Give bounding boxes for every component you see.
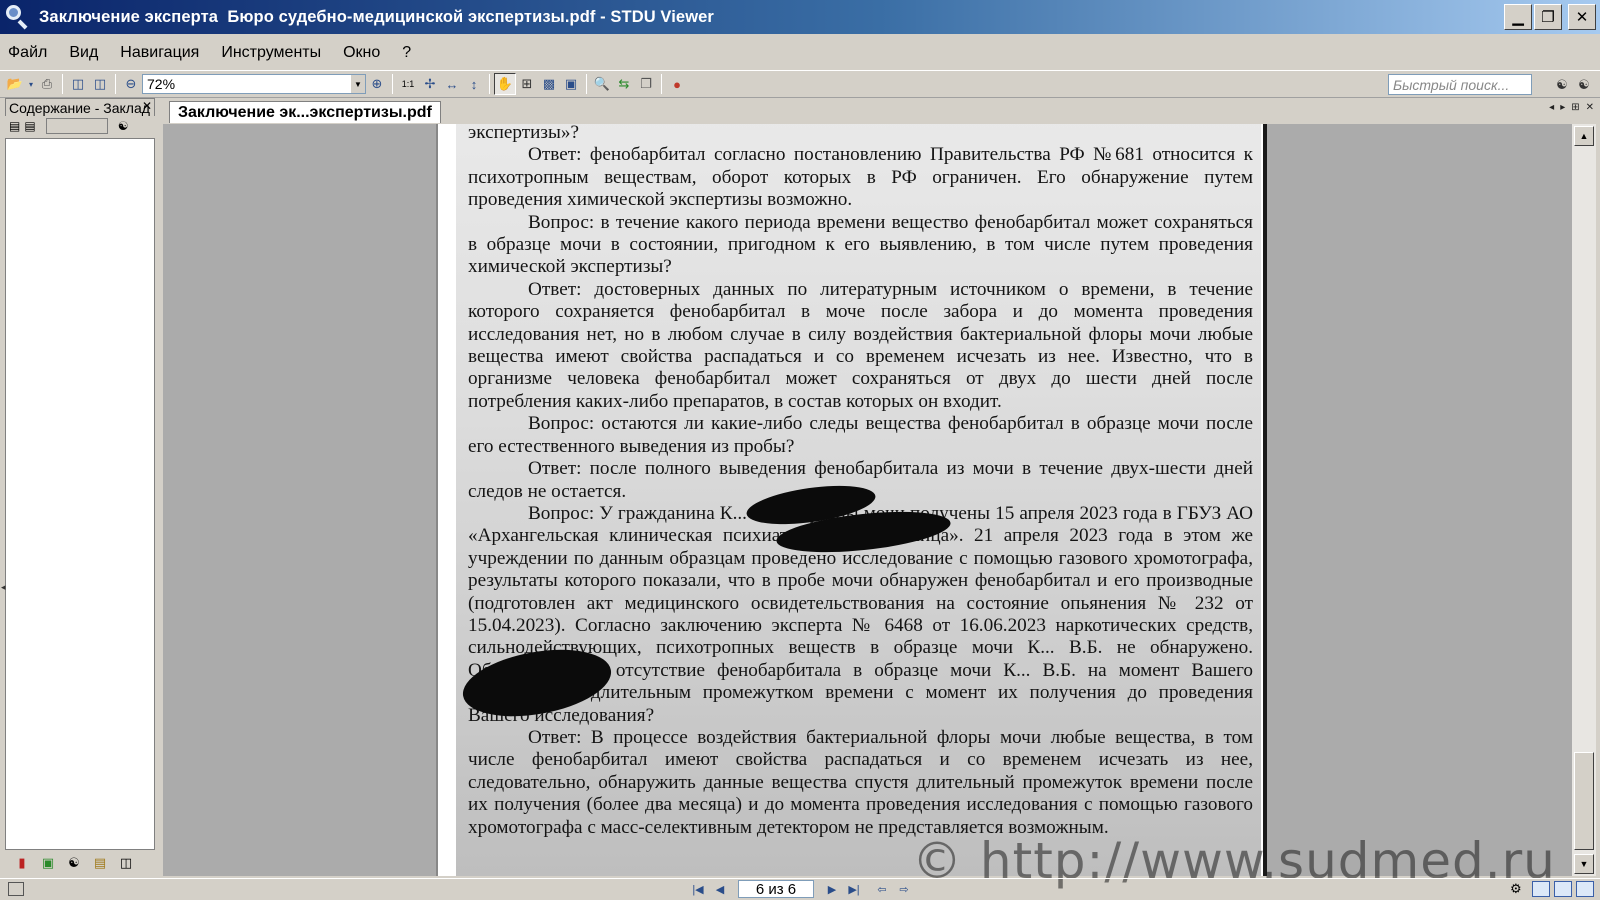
menu-view[interactable]: Вид [58,44,109,62]
search-results-icon[interactable]: ☯ [63,853,85,873]
next-page-icon[interactable]: ▶ [822,880,842,898]
actual-size-icon[interactable]: 1:1 [397,73,419,95]
collapse-icon[interactable]: ▤ [24,119,35,133]
contents-tab-label: Содержание - Заклад [9,99,150,116]
document-tab[interactable]: Заключение эк...экспертизы.pdf [169,101,441,123]
view-mode-buttons: ⚙ [1510,881,1594,897]
snapshot-icon[interactable]: ▣ [560,73,582,95]
quick-search-input[interactable]: Быстрый поиск... [1388,74,1532,95]
copy-icon[interactable]: ❐ [635,73,657,95]
find-icon[interactable]: 🔍 [591,73,613,95]
two-page-icon[interactable]: ◫ [89,73,111,95]
fit-height-icon[interactable]: ↕ [463,73,485,95]
single-view-icon[interactable] [1532,881,1550,897]
forward-icon[interactable]: ⇨ [894,880,914,898]
page-text: экспертизы»? Ответ: фенобарбитал согласн… [468,124,1253,839]
layers-icon[interactable]: ◫ [115,853,137,873]
print-icon[interactable]: ⎙ [36,73,58,95]
thumbnails-icon[interactable]: ▣ [37,853,59,873]
paragraph: Ответ: достоверных данных по литературны… [468,278,1253,412]
splitter-arrow-icon[interactable]: ◂ [1,582,6,593]
paragraph: Вопрос: в течение какого периода времени… [468,211,1253,278]
scroll-down-icon[interactable]: ▼ [1574,854,1594,874]
vertical-scrollbar[interactable]: ▲ ▼ [1572,124,1596,876]
continuous-view-icon[interactable] [1554,881,1572,897]
back-icon[interactable]: ⇦ [872,880,892,898]
previous-page-icon[interactable]: ◀ [710,880,730,898]
search-next-icon[interactable]: ☯ [1574,75,1594,95]
zoom-value: 72% [147,76,176,92]
contents-tab[interactable]: Содержание - Заклад ✕ [5,98,155,116]
open-folder-icon[interactable]: 📂 [4,73,26,95]
close-icon[interactable]: ✕ [142,99,152,113]
fit-width-icon[interactable]: ↔ [441,73,463,95]
side-panel: Содержание - Заклад ✕ ▤ ▤ ☯ ▮ ▣ ☯ ▤ ◫ ◂ [0,98,158,878]
scroll-thumb[interactable] [1574,752,1594,850]
fit-page-icon[interactable]: ✢ [419,73,441,95]
binoculars-icon[interactable]: ☯ [118,119,129,133]
tab-list-icon[interactable]: ⊞ [1571,102,1579,113]
toolbar: 📂 ▾ ⎙ ◫ ◫ ⊖ 72% ▼ ⊕ 1:1 ✢ ↔ ↕ ✋ ⊞ ▩ ▣ 🔍 … [0,70,1600,98]
document-tab-strip: Заключение эк...экспертизы.pdf ◂ ▸ ⊞ ✕ [163,98,1600,123]
tab-close-icon[interactable]: ✕ [1586,102,1594,113]
scanned-page-image: экспертизы»? Ответ: фенобарбитал согласн… [456,124,1261,876]
scroll-up-icon[interactable]: ▲ [1574,126,1594,146]
zoom-combo[interactable]: 72% ▼ [142,74,366,94]
last-page-icon[interactable]: ▶| [844,880,864,898]
menu-tools[interactable]: Инструменты [210,44,332,62]
open-dropdown-icon[interactable]: ▾ [26,73,36,95]
maximize-button[interactable]: ❐ [1534,4,1562,30]
menu-bar: Файл Вид Навигация Инструменты Окно ? [0,38,1600,68]
paragraph: Вопрос: остаются ли какие-либо следы вещ… [468,413,1253,457]
contents-tree[interactable] [5,138,155,850]
replace-arrows-icon[interactable]: ⇆ [613,73,635,95]
facing-view-icon[interactable] [1576,881,1594,897]
document-viewport[interactable]: экспертизы»? Ответ: фенобарбитал согласн… [163,124,1572,876]
panel-switcher: ▮ ▣ ☯ ▤ ◫ [5,852,155,874]
bookmark-tag-icon[interactable]: ● [666,73,688,95]
close-button[interactable]: ✕ [1568,4,1596,30]
page-number-field[interactable]: 6 из 6 [738,880,814,898]
settings-gear-icon[interactable]: ⚙ [1510,881,1528,897]
contents-toolbar: ▤ ▤ ☯ [5,116,155,136]
minimize-button[interactable]: ▁ [1504,4,1532,30]
title-bar: Заключение эксперта Бюро судебно-медицин… [0,0,1600,34]
hand-tool-icon[interactable]: ✋ [494,73,516,95]
menu-help[interactable]: ? [391,44,422,62]
menu-window[interactable]: Окно [332,44,391,62]
notes-icon[interactable]: ▤ [89,853,111,873]
document-page: экспертизы»? Ответ: фенобарбитал согласн… [438,124,1263,876]
search-binoculars-icon[interactable]: ☯ [1552,75,1572,95]
zoom-out-icon[interactable]: ⊖ [120,73,142,95]
chevron-down-icon[interactable]: ▼ [351,75,365,93]
paragraph: Ответ: фенобарбитал согласно постановлен… [468,144,1253,211]
window-title: Заключение эксперта Бюро судебно-медицин… [39,7,714,26]
tab-scroll-left-icon[interactable]: ◂ [1549,102,1554,113]
paragraph: Ответ: В процессе воздействия бактериаль… [468,726,1253,838]
single-page-icon[interactable]: ◫ [67,73,89,95]
menu-navigation[interactable]: Навигация [109,44,210,62]
first-page-icon[interactable]: |◀ [688,880,708,898]
menu-file[interactable]: Файл [0,44,58,62]
text-select-icon[interactable]: ⊞ [516,73,538,95]
bookmarks-icon[interactable]: ▮ [11,853,33,873]
image-select-icon[interactable]: ▩ [538,73,560,95]
page-navigator: |◀ ◀ 6 из 6 ▶ ▶| ⇦ ⇨ [688,880,914,898]
contents-filter-input[interactable] [45,118,108,134]
app-magnifier-icon [5,4,31,30]
paragraph: экспертизы»? [468,124,579,143]
expand-icon[interactable]: ▤ [9,119,20,133]
status-panel-icon[interactable] [8,882,24,896]
zoom-in-icon[interactable]: ⊕ [366,73,388,95]
status-bar: |◀ ◀ 6 из 6 ▶ ▶| ⇦ ⇨ ⚙ [0,878,1600,900]
tab-scroll-right-icon[interactable]: ▸ [1560,102,1565,113]
